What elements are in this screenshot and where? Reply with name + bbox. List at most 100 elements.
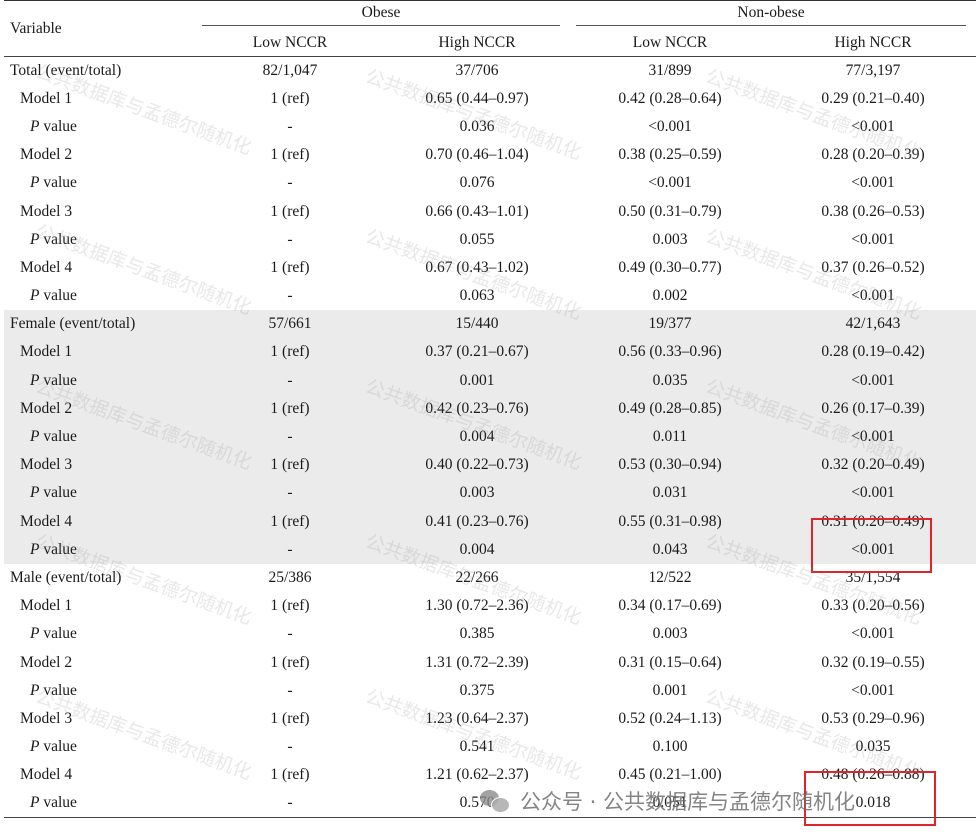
table-cell: 0.055	[459, 230, 495, 248]
table-cell: 0.38 (0.26–0.53)	[821, 202, 925, 220]
row-label: P value	[30, 287, 77, 305]
table-cell: 1 (ref)	[270, 766, 310, 784]
table-row: P value - 0.036 <0.001 <0.001	[4, 113, 976, 141]
table-cell: 0.37 (0.26–0.52)	[821, 258, 925, 276]
table-cell: -	[196, 422, 384, 452]
row-label: Model 2	[20, 653, 73, 671]
table-cell: 0.003	[652, 625, 688, 643]
table-cell: 0.41 (0.23–0.76)	[384, 507, 570, 536]
table-cell: 0.56 (0.33–0.96)	[570, 338, 770, 367]
table-cell: -	[196, 789, 384, 819]
row-label: P value	[4, 479, 196, 508]
table-cell: 0.40 (0.22–0.73)	[384, 451, 570, 480]
variable-header: Variable	[10, 19, 62, 37]
table-cell: 12/522	[648, 568, 692, 586]
nonobese-low-nccr-header: Low NCCR	[632, 33, 708, 51]
row-label: Model 1	[4, 338, 196, 367]
table-cell: 0.32 (0.20–0.49)	[770, 451, 976, 480]
table-row: Model 2 1 (ref) 0.70 (0.46–1.04) 0.38 (0.25…	[4, 141, 976, 169]
table-cell: 0.38 (0.25–0.59)	[618, 146, 722, 164]
row-label: P value	[4, 366, 196, 395]
table-cell: 1 (ref)	[270, 89, 310, 107]
table-cell: 0.28 (0.19–0.42)	[770, 338, 976, 367]
table-cell: 1 (ref)	[270, 709, 310, 727]
table-cell: 0.541	[459, 738, 495, 756]
footer-watermark-text: 公众号 · 公共数据库与孟德尔随机化	[520, 790, 856, 814]
row-label: Model 1	[20, 597, 73, 615]
row-label: Model 3	[20, 709, 73, 727]
row-label: Model 4	[4, 507, 196, 536]
row-label: Female (event/total)	[4, 310, 196, 339]
table-cell: <0.001	[648, 117, 692, 135]
table-cell: 0.003	[652, 230, 688, 248]
wechat-icon	[480, 788, 510, 814]
table-cell: 0.011	[570, 422, 770, 452]
table-cell: 31/899	[648, 61, 692, 79]
row-label: Model 4	[20, 766, 73, 784]
table-cell: -	[196, 479, 384, 508]
table-cell: 0.063	[459, 287, 495, 305]
table-cell: 0.49 (0.28–0.85)	[570, 394, 770, 423]
table-cell: 82/1,047	[262, 61, 318, 79]
table-cell: 1.31 (0.72–2.39)	[425, 653, 529, 671]
table-cell: <0.001	[851, 287, 895, 305]
results-table: Variable Obese Non-obese Low NCCR High N…	[4, 0, 976, 819]
table-cell: -	[287, 117, 293, 135]
table-row: Model 4 1 (ref) 0.67 (0.43–1.02) 0.49 (0.30…	[4, 254, 976, 282]
table-cell: <0.001	[851, 174, 895, 192]
nonobese-high-nccr-header: High NCCR	[834, 33, 912, 51]
row-label: Model 4	[20, 258, 73, 276]
table-cell: 0.49 (0.30–0.77)	[618, 258, 722, 276]
table-cell: 15/440	[384, 310, 570, 339]
row-label: P value	[30, 230, 77, 248]
table-cell: -	[287, 287, 293, 305]
table-cell: 1 (ref)	[196, 507, 384, 536]
nonobese-group-label: Non-obese	[576, 4, 966, 26]
table-cell: -	[287, 625, 293, 643]
table-row: P value - 0.055 0.003 <0.001	[4, 226, 976, 254]
table-cell: 0.67 (0.43–1.02)	[425, 258, 529, 276]
table-row: Model 11 (ref) 0.37 (0.21–0.67) 0.56 (0.33…	[4, 338, 976, 367]
table-cell: 37/706	[455, 61, 499, 79]
row-label: P value	[30, 625, 77, 643]
table-cell: 0.31 (0.15–0.64)	[618, 653, 722, 671]
table-cell: -	[196, 535, 384, 564]
table-row: P value - 0.076 <0.001 <0.001	[4, 169, 976, 197]
row-label: Model 3	[4, 451, 196, 480]
table-cell: 0.50 (0.31–0.79)	[618, 202, 722, 220]
table-row: P value - 0.063 0.002 <0.001	[4, 282, 976, 310]
table-cell: -	[287, 230, 293, 248]
table-cell: -	[287, 681, 293, 699]
table-row: Model 3 1 (ref) 1.23 (0.64–2.37) 0.52 (0.24…	[4, 705, 976, 733]
table-row: Model 31 (ref) 0.40 (0.22–0.73) 0.53 (0.30…	[4, 451, 976, 480]
table-row: P value - 0.541 0.100 0.035	[4, 733, 976, 761]
table-cell: 0.34 (0.17–0.69)	[618, 597, 722, 615]
table-cell: <0.001	[770, 479, 976, 508]
table-cell: 1 (ref)	[196, 338, 384, 367]
footer-watermark: 公众号 · 公共数据库与孟德尔随机化	[480, 786, 855, 816]
table-cell: 0.036	[459, 117, 495, 135]
table-cell: 0.035	[855, 738, 891, 756]
table-row: P value -0.004 0.011 <0.001	[4, 422, 976, 452]
table-cell: 0.003	[384, 479, 570, 508]
obese-high-nccr-header: High NCCR	[438, 33, 516, 51]
table-cell: 1 (ref)	[196, 451, 384, 480]
row-label: P value	[30, 738, 77, 756]
table-body: Total (event/total) 82/1,047 37/706 31/899 7…	[4, 57, 976, 819]
obese-group-label: Obese	[202, 4, 560, 26]
results-table-container: Variable Obese Non-obese Low NCCR High N…	[0, 0, 980, 839]
table-cell: 0.37 (0.21–0.67)	[384, 338, 570, 367]
table-row: Model 3 1 (ref) 0.66 (0.43–1.01) 0.50 (0.31…	[4, 197, 976, 225]
table-cell: 0.002	[652, 287, 688, 305]
row-label: P value	[30, 117, 77, 135]
table-cell: 0.42 (0.23–0.76)	[384, 394, 570, 423]
row-label: P value	[30, 681, 77, 699]
table-cell: 1 (ref)	[270, 597, 310, 615]
table-cell: 1 (ref)	[270, 653, 310, 671]
row-label: Model 1	[20, 89, 73, 107]
table-row: Model 2 1 (ref) 1.31 (0.72–2.39) 0.31 (0.15…	[4, 648, 976, 676]
table-cell: 0.29 (0.21–0.40)	[821, 89, 925, 107]
nonobese-group-header: Non-obese	[570, 1, 976, 29]
table-cell: 1 (ref)	[270, 202, 310, 220]
table-cell: 0.65 (0.44–0.97)	[425, 89, 529, 107]
